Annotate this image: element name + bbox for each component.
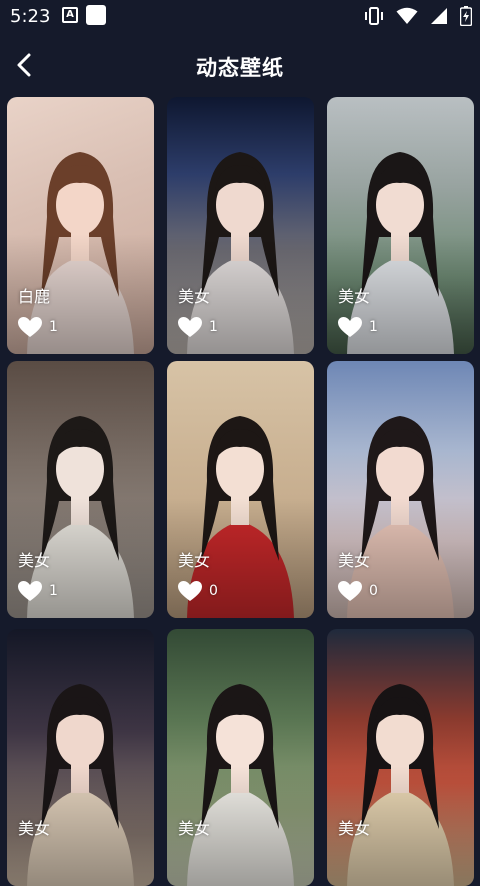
heart-icon (18, 581, 42, 601)
like-button[interactable]: 1 (177, 316, 218, 338)
wallpaper-card[interactable]: 美女 (7, 629, 154, 886)
wallpaper-card[interactable]: 美女 1 (327, 97, 474, 354)
like-count: 1 (209, 319, 218, 335)
keyboard-a-icon: A (62, 7, 78, 23)
wallpaper-card[interactable]: 美女 0 (167, 361, 314, 618)
like-button[interactable]: 0 (177, 580, 218, 602)
top-bar: 动态壁纸 (0, 34, 480, 96)
wallpaper-label: 美女 (18, 819, 51, 838)
wallpaper-label: 美女 (338, 551, 371, 570)
wallpaper-card[interactable]: 美女 1 (7, 361, 154, 618)
wallpaper-card[interactable]: 美女 0 (327, 361, 474, 618)
wallpaper-label: 美女 (178, 819, 211, 838)
notification-square-icon (86, 5, 106, 25)
like-count: 1 (49, 319, 58, 335)
heart-icon (18, 317, 42, 337)
cellular-icon (431, 8, 447, 24)
status-right-icons (364, 6, 472, 26)
wifi-icon (396, 7, 418, 24)
wallpaper-card[interactable]: 美女 (167, 629, 314, 886)
heart-icon (178, 317, 202, 337)
wallpaper-card[interactable]: 美女 1 (167, 97, 314, 354)
status-bar: 5:23 A (0, 0, 480, 34)
wallpaper-label: 白鹿 (18, 287, 51, 306)
page-title: 动态壁纸 (196, 56, 284, 80)
like-button[interactable]: 1 (17, 580, 58, 602)
like-button[interactable]: 0 (337, 580, 378, 602)
vibrate-icon (365, 7, 383, 25)
like-count: 0 (369, 583, 378, 599)
heart-icon (338, 317, 362, 337)
status-time: 5:23 (10, 6, 51, 27)
like-count: 0 (209, 583, 218, 599)
wallpaper-label: 美女 (338, 819, 371, 838)
battery-icon (460, 6, 472, 26)
status-left-icons: A (62, 5, 106, 25)
like-count: 1 (49, 583, 58, 599)
wallpaper-card[interactable]: 美女 (327, 629, 474, 886)
wallpaper-label: 美女 (178, 287, 211, 306)
wallpaper-label: 美女 (18, 551, 51, 570)
like-count: 1 (369, 319, 378, 335)
heart-icon (338, 581, 362, 601)
like-button[interactable]: 1 (17, 316, 58, 338)
wallpaper-label: 美女 (338, 287, 371, 306)
wallpaper-card[interactable]: 白鹿 1 (7, 97, 154, 354)
heart-icon (178, 581, 202, 601)
wallpaper-label: 美女 (178, 551, 211, 570)
like-button[interactable]: 1 (337, 316, 378, 338)
